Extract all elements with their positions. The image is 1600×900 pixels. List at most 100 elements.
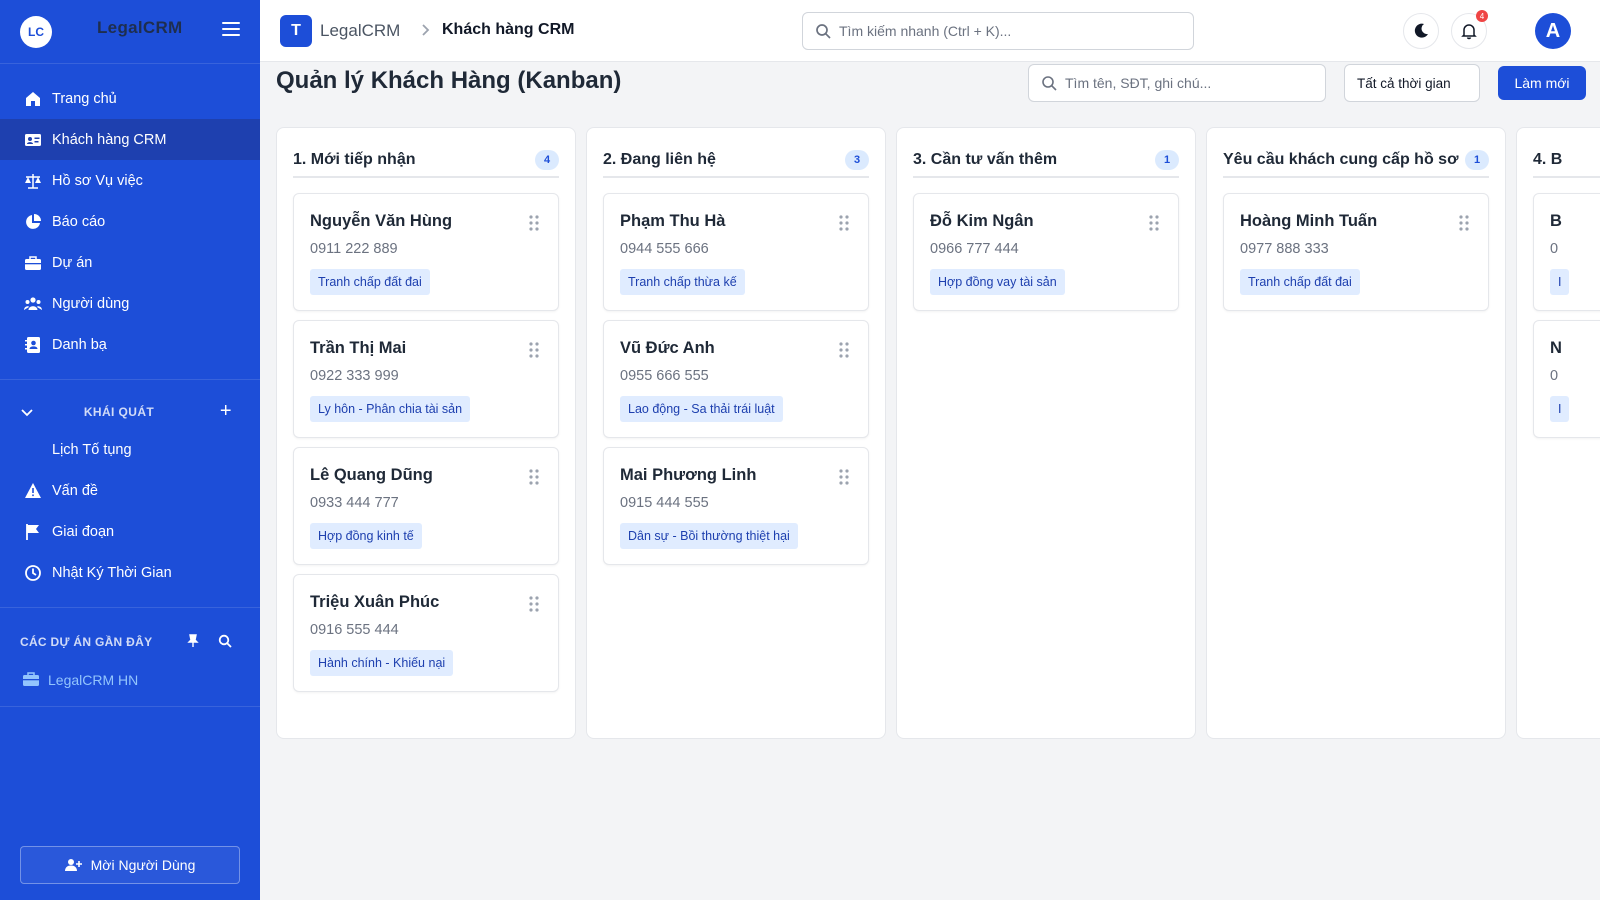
section-item-2[interactable]: Vấn đề <box>0 470 260 511</box>
drag-handle-icon[interactable] <box>528 341 540 359</box>
drag-handle-icon[interactable] <box>838 468 850 486</box>
sidebar-item-4[interactable]: Báo cáo <box>0 201 260 242</box>
kanban-column: 4. B B 0 I N 0 I <box>1516 127 1600 739</box>
customer-card[interactable]: Trần Thị Mai 0922 333 999 Ly hôn - Phân ch… <box>293 320 559 438</box>
drag-handle-icon[interactable] <box>838 341 850 359</box>
sidebar-item-label: Báo cáo <box>52 213 106 230</box>
refresh-button[interactable]: Làm mới <box>1498 66 1586 100</box>
column-count-badge: 4 <box>535 150 559 170</box>
sidebar-item-label: Dự án <box>52 254 93 271</box>
customer-phone: 0966 777 444 <box>930 241 1019 257</box>
customer-card[interactable]: Phạm Thu Hà 0944 555 666 Tranh chấp thừa k… <box>603 193 869 311</box>
customer-card[interactable]: Lê Quang Dũng 0933 444 777 Hợp đồng kinh t… <box>293 447 559 565</box>
notifications-button[interactable]: 4 <box>1451 10 1488 49</box>
avatar[interactable]: A <box>1535 13 1571 49</box>
contact-book-icon <box>24 336 42 354</box>
sidebar-item-3[interactable]: Hồ sơ Vụ việc <box>0 160 260 201</box>
customer-card[interactable]: Vũ Đức Anh 0955 666 555 Lao động - Sa thải… <box>603 320 869 438</box>
chevron-right-icon <box>422 24 430 36</box>
drag-handle-icon[interactable] <box>838 214 850 232</box>
warning-icon <box>24 482 42 500</box>
customer-card[interactable]: N 0 I <box>1533 320 1600 438</box>
sidebar-item-1[interactable]: Trang chủ <box>0 78 260 119</box>
customer-phone: 0 <box>1550 368 1559 384</box>
case-type-tag: Hợp đồng kinh tế <box>310 523 422 549</box>
divider <box>0 706 260 707</box>
invite-user-label: Mời Người Dùng <box>90 857 196 873</box>
drag-handle-icon[interactable] <box>1458 214 1470 232</box>
section-item-label: Giai đoạn <box>52 523 115 540</box>
brand-name: LegalCRM <box>97 18 183 37</box>
sidebar-item-5[interactable]: Dự án <box>0 242 260 283</box>
recent-project-item[interactable]: LegalCRM HN <box>0 662 260 698</box>
sidebar-item-7[interactable]: Danh bạ <box>0 324 260 365</box>
case-type-tag: Tranh chấp đất đai <box>310 269 430 295</box>
app-logo[interactable]: T <box>280 15 312 47</box>
global-search[interactable] <box>802 12 1194 50</box>
case-type-tag: Tranh chấp đất đai <box>1240 269 1360 295</box>
filter-search[interactable] <box>1028 64 1326 102</box>
search-icon <box>816 24 831 39</box>
divider <box>0 379 260 380</box>
customer-card[interactable]: Hoàng Minh Tuấn 0977 888 333 Tranh chấp đấ… <box>1223 193 1489 311</box>
customer-phone: 0911 222 889 <box>310 241 398 257</box>
kanban-column: Yêu cầu khách cung cấp hồ sơ 1 Hoàng Minh … <box>1206 127 1506 739</box>
brand-logo: LC <box>20 15 52 48</box>
drag-handle-icon[interactable] <box>1148 214 1160 232</box>
section-item-3[interactable]: Giai đoạn <box>0 511 260 552</box>
section-overview-header[interactable]: KHÁI QUÁT + <box>0 394 260 430</box>
column-header: 4. B <box>1533 144 1600 178</box>
global-search-input[interactable] <box>839 23 1179 39</box>
section-item-label: Nhật Ký Thời Gian <box>52 564 172 581</box>
invite-user-button[interactable]: Mời Người Dùng <box>20 846 240 884</box>
flag-icon <box>24 523 42 541</box>
dark-mode-toggle[interactable] <box>1403 13 1439 49</box>
section-item-1[interactable]: Lịch Tố tụng <box>0 430 260 470</box>
clock-icon <box>24 564 42 582</box>
filter-search-input[interactable] <box>1065 75 1315 91</box>
customer-card[interactable]: B 0 I <box>1533 193 1600 311</box>
case-type-tag: Lao động - Sa thải trái luật <box>620 396 783 422</box>
customer-card[interactable]: Nguyễn Văn Hùng 0911 222 889 Tranh chấp đấ… <box>293 193 559 311</box>
drag-handle-icon[interactable] <box>528 595 540 613</box>
section-items: Lịch Tố tụng Vấn đề Giai đoạn Nhật Ký Thời … <box>0 430 260 593</box>
customer-name: Vũ Đức Anh <box>620 339 715 357</box>
search-icon <box>1042 76 1057 91</box>
kanban-column: 3. Cần tư vấn thêm 1 Đỗ Kim Ngân 0966 777 4… <box>896 127 1196 739</box>
customer-phone: 0933 444 777 <box>310 495 399 511</box>
sidebar-item-2[interactable]: Khách hàng CRM <box>0 119 260 160</box>
customer-card[interactable]: Triệu Xuân Phúc 0916 555 444 Hành chính - … <box>293 574 559 692</box>
section-item-4[interactable]: Nhật Ký Thời Gian <box>0 552 260 593</box>
sidebar-item-6[interactable]: Người dùng <box>0 283 260 324</box>
home-icon <box>24 90 42 108</box>
column-header: Yêu cầu khách cung cấp hồ sơ 1 <box>1223 144 1489 178</box>
drag-handle-icon[interactable] <box>528 214 540 232</box>
customer-card[interactable]: Đỗ Kim Ngân 0966 777 444 Hợp đồng vay tài … <box>913 193 1179 311</box>
breadcrumb-app[interactable]: LegalCRM <box>320 21 400 41</box>
recent-projects-title: CÁC DỰ ÁN GẦN ĐÂY <box>20 635 153 649</box>
bell-icon <box>1461 24 1477 40</box>
pin-icon[interactable] <box>186 634 200 648</box>
drag-handle-icon[interactable] <box>528 468 540 486</box>
top-bar: T LegalCRM Khách hàng CRM 4 A <box>260 0 1600 62</box>
search-icon[interactable] <box>218 634 232 648</box>
sidebar-nav: Trang chủ Khách hàng CRM Hồ sơ Vụ việc Báo … <box>0 64 260 365</box>
customer-name: Nguyễn Văn Hùng <box>310 212 453 230</box>
briefcase-icon <box>22 670 40 691</box>
add-icon[interactable]: + <box>220 400 232 423</box>
column-header: 1. Mới tiếp nhận 4 <box>293 144 559 178</box>
sidebar-item-label: Hồ sơ Vụ việc <box>52 172 143 189</box>
sidebar: LC LegalCRM Trang chủ Khách hàng CRM Hồ sơ… <box>0 0 260 900</box>
time-filter-select[interactable]: Tất cả thời gian <box>1344 64 1480 102</box>
customer-name: N <box>1550 339 1562 357</box>
customer-phone: 0 <box>1550 241 1559 257</box>
column-count-badge: 1 <box>1155 150 1179 170</box>
customer-phone: 0977 888 333 <box>1240 241 1329 257</box>
case-type-tag: Tranh chấp thừa kế <box>620 269 745 295</box>
customer-name: Trần Thị Mai <box>310 339 407 357</box>
customer-name: Hoàng Minh Tuấn <box>1240 212 1378 230</box>
customer-name: Triệu Xuân Phúc <box>310 593 440 611</box>
menu-toggle-icon[interactable] <box>222 22 240 38</box>
customer-phone: 0915 444 555 <box>620 495 709 511</box>
customer-card[interactable]: Mai Phương Linh 0915 444 555 Dân sự - Bồi … <box>603 447 869 565</box>
